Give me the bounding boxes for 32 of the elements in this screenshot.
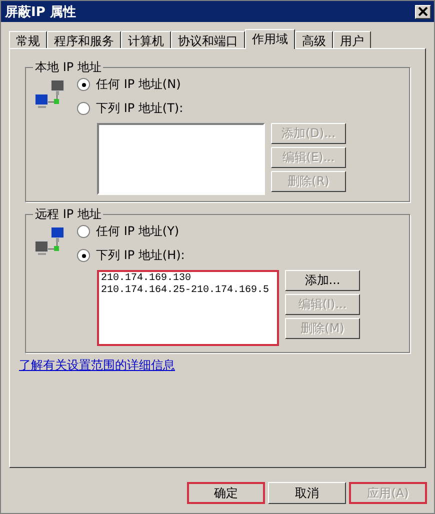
- dialog-button[interactable]: 确定: [187, 482, 265, 504]
- address-item[interactable]: 210.174.169.130: [101, 273, 275, 285]
- radio-button[interactable]: [77, 249, 90, 262]
- radio-label: 任何 IP 地址(N): [96, 76, 181, 93]
- tab[interactable]: 作用域: [245, 29, 295, 49]
- tab[interactable]: 常规: [9, 31, 47, 48]
- close-button[interactable]: [415, 4, 431, 18]
- radio-label: 下列 IP 地址(T):: [96, 100, 184, 117]
- address-list[interactable]: 210.174.169.130 210.174.164.25-210.174.169.5: [97, 270, 279, 346]
- radio-option[interactable]: 任何 IP 地址(N): [77, 76, 184, 93]
- address-item[interactable]: 210.174.164.25-210.174.169.5: [101, 285, 275, 297]
- window-title: 屏蔽IP 属性: [5, 4, 76, 20]
- group-title: 本地 IP 地址: [34, 59, 102, 76]
- dialog-button[interactable]: 取消: [268, 482, 346, 504]
- list-button[interactable]: 添加...: [285, 270, 360, 291]
- tab[interactable]: 协议和端口: [171, 31, 245, 48]
- radio-option[interactable]: 下列 IP 地址(T):: [77, 100, 184, 117]
- tab[interactable]: 用户: [333, 31, 371, 48]
- group-title: 远程 IP 地址: [34, 206, 102, 223]
- radio-button[interactable]: [77, 102, 90, 115]
- close-icon: [418, 7, 428, 16]
- radio-option[interactable]: 任何 IP 地址(Y): [77, 223, 185, 240]
- radio-label: 任何 IP 地址(Y): [96, 223, 180, 240]
- help-link[interactable]: 了解有关设置范围的详细信息: [19, 357, 175, 374]
- radio-button[interactable]: [77, 78, 90, 91]
- tab[interactable]: 程序和服务: [47, 31, 121, 48]
- address-list[interactable]: [97, 123, 265, 195]
- tab[interactable]: 计算机: [121, 31, 171, 48]
- radio-button[interactable]: [77, 225, 90, 238]
- radio-label: 下列 IP 地址(H):: [96, 247, 185, 264]
- tab[interactable]: 高级: [295, 31, 333, 48]
- radio-option[interactable]: 下列 IP 地址(H):: [77, 247, 185, 264]
